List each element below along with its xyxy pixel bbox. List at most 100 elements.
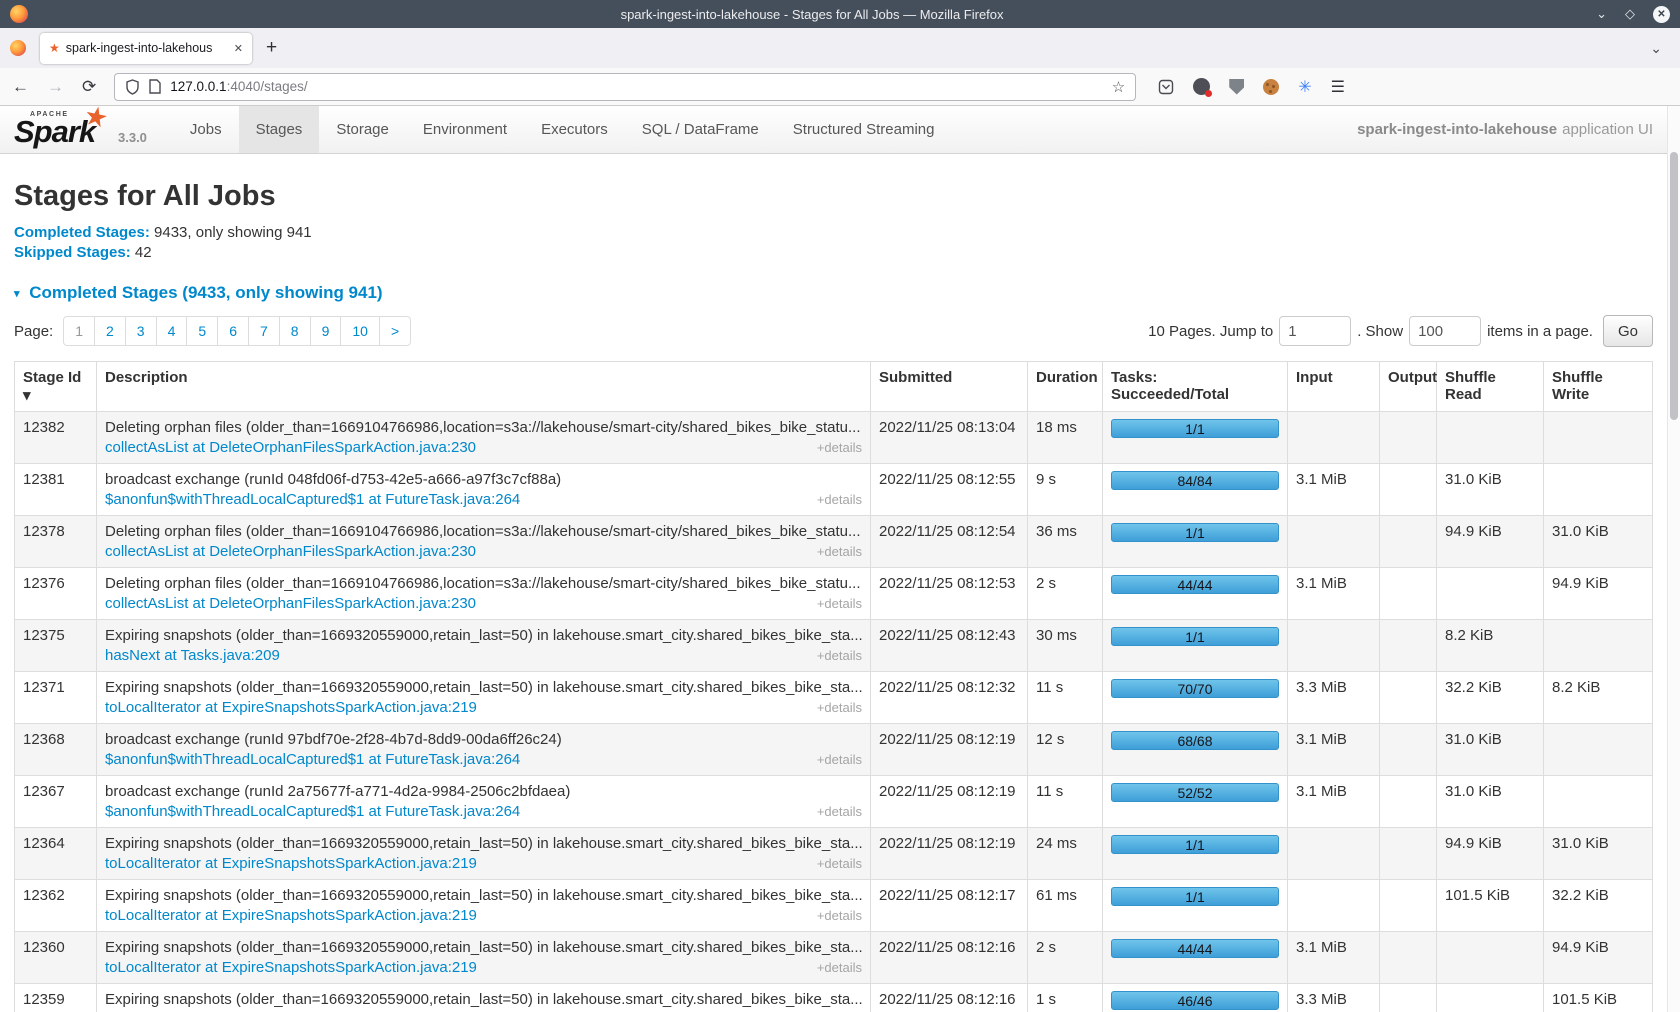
details-toggle[interactable]: +details <box>817 596 862 611</box>
maximize-button[interactable]: ◇ <box>1625 6 1635 22</box>
column-header-input[interactable]: Input <box>1288 362 1380 412</box>
tracking-protection-shield-icon[interactable] <box>125 79 140 95</box>
stage-detail-link[interactable]: toLocalIterator at ExpireSnapshotsSparkA… <box>105 959 477 976</box>
stage-row: 12362Expiring snapshots (older_than=1669… <box>15 880 1653 932</box>
details-toggle[interactable]: +details <box>817 804 862 819</box>
duration-cell: 2 s <box>1028 932 1103 984</box>
nav-tab-jobs[interactable]: Jobs <box>173 106 239 153</box>
details-toggle[interactable]: +details <box>817 856 862 871</box>
column-header-description[interactable]: Description <box>97 362 871 412</box>
go-button[interactable]: Go <box>1603 315 1653 347</box>
nav-tab-executors[interactable]: Executors <box>524 106 625 153</box>
stage-detail-link[interactable]: $anonfun$withThreadLocalCaptured$1 at Fu… <box>105 751 520 768</box>
details-toggle[interactable]: +details <box>817 908 862 923</box>
output-cell <box>1380 516 1437 568</box>
stage-detail-link[interactable]: hasNext at Tasks.java:209 <box>105 647 280 664</box>
pagination-page-10[interactable]: 10 <box>340 316 380 346</box>
pagination-page-7[interactable]: 7 <box>248 316 280 346</box>
pagination-page-5[interactable]: 5 <box>186 316 218 346</box>
details-toggle[interactable]: +details <box>817 544 862 559</box>
vertical-scrollbar[interactable] <box>1667 106 1680 1012</box>
duration-cell: 11 s <box>1028 776 1103 828</box>
pagination-page-4[interactable]: 4 <box>156 316 188 346</box>
pagination-page-1[interactable]: 1 <box>63 316 95 346</box>
pagination-next-button[interactable]: > <box>379 316 411 346</box>
stage-detail-link[interactable]: collectAsList at DeleteOrphanFilesSparkA… <box>105 439 476 456</box>
shuffle-write-cell <box>1544 464 1653 516</box>
stage-detail-link[interactable]: collectAsList at DeleteOrphanFilesSparkA… <box>105 595 476 612</box>
nav-tab-environment[interactable]: Environment <box>406 106 524 153</box>
jump-to-page-input[interactable] <box>1279 316 1351 346</box>
column-header-shuffle-read[interactable]: Shuffle Read <box>1437 362 1544 412</box>
application-id-label: spark-ingest-into-lakehouse application … <box>1357 106 1667 153</box>
details-toggle[interactable]: +details <box>817 960 862 975</box>
menu-hamburger-icon[interactable]: ☰ <box>1331 77 1345 97</box>
nav-tab-stages[interactable]: Stages <box>239 106 320 153</box>
nav-tab-storage[interactable]: Storage <box>319 106 406 153</box>
details-toggle[interactable]: +details <box>817 440 862 455</box>
stage-id-cell: 12382 <box>15 412 97 464</box>
column-header-output[interactable]: Output <box>1380 362 1437 412</box>
page-info-icon[interactable] <box>149 79 161 94</box>
cookie-extension-icon[interactable] <box>1263 79 1279 95</box>
pagination-page-3[interactable]: 3 <box>125 316 157 346</box>
column-header-shuffle-write[interactable]: Shuffle Write <box>1544 362 1653 412</box>
new-tab-button[interactable]: + <box>266 37 277 59</box>
bookmark-star-icon[interactable]: ☆ <box>1112 78 1125 96</box>
column-header-submitted[interactable]: Submitted <box>871 362 1028 412</box>
pocket-icon[interactable] <box>1158 79 1174 95</box>
output-cell <box>1380 412 1437 464</box>
task-progress-bar: 70/70 <box>1111 679 1279 698</box>
pagination-list: 12345678910> <box>63 316 411 346</box>
nav-tab-structured-streaming[interactable]: Structured Streaming <box>776 106 952 153</box>
stage-detail-link[interactable]: toLocalIterator at ExpireSnapshotsSparkA… <box>105 699 477 716</box>
close-window-button[interactable]: ✕ <box>1653 6 1670 23</box>
column-header-duration[interactable]: Duration <box>1028 362 1103 412</box>
asterisk-extension-icon[interactable]: ✳ <box>1298 77 1311 97</box>
shuffle-read-cell: 94.9 KiB <box>1437 828 1544 880</box>
scrollbar-thumb[interactable] <box>1670 152 1678 420</box>
output-cell <box>1380 724 1437 776</box>
ublock-shield-icon[interactable] <box>1229 79 1244 95</box>
pagination-page-9[interactable]: 9 <box>310 316 342 346</box>
privacy-mask-extension-icon[interactable] <box>1193 78 1210 95</box>
submitted-cell: 2022/11/25 08:12:19 <box>871 828 1028 880</box>
url-toolbar: ← → ⟳ 127.0.0.1:4040/stages/ ☆ ✳ ☰ <box>0 68 1680 106</box>
back-button[interactable]: ← <box>12 77 29 97</box>
reload-button[interactable]: ⟳ <box>82 77 96 97</box>
input-cell: 3.1 MiB <box>1288 776 1380 828</box>
items-in-page-text: items in a page. <box>1487 323 1593 340</box>
pagination-page-2[interactable]: 2 <box>94 316 126 346</box>
column-header-tasks-succeeded-total[interactable]: Tasks: Succeeded/Total <box>1103 362 1288 412</box>
forward-button[interactable]: → <box>47 77 64 97</box>
details-toggle[interactable]: +details <box>817 700 862 715</box>
pagination-page-8[interactable]: 8 <box>279 316 311 346</box>
column-header-stage-id[interactable]: Stage Id ▾ <box>15 362 97 412</box>
output-cell <box>1380 776 1437 828</box>
spark-logo[interactable]: APACHE ★ Spark <box>14 106 110 150</box>
stage-description: Expiring snapshots (older_than=166932055… <box>105 627 862 644</box>
stage-detail-link[interactable]: collectAsList at DeleteOrphanFilesSparkA… <box>105 543 476 560</box>
minimize-button[interactable]: ⌄ <box>1596 6 1607 22</box>
stage-detail-link[interactable]: toLocalIterator at ExpireSnapshotsSparkA… <box>105 855 477 872</box>
completed-stages-section-toggle[interactable]: ▾ Completed Stages (9433, only showing 9… <box>14 283 1653 303</box>
stage-id-cell: 12364 <box>15 828 97 880</box>
details-toggle[interactable]: +details <box>817 648 862 663</box>
stage-description-cell: Expiring snapshots (older_than=166932055… <box>97 828 871 880</box>
stage-detail-link[interactable]: $anonfun$withThreadLocalCaptured$1 at Fu… <box>105 491 520 508</box>
browser-tab[interactable]: ★ spark-ingest-into-lakehous ✕ <box>40 33 252 64</box>
url-bar[interactable]: 127.0.0.1:4040/stages/ ☆ <box>114 73 1136 101</box>
stage-detail-link[interactable]: toLocalIterator at ExpireSnapshotsSparkA… <box>105 907 477 924</box>
tab-close-icon[interactable]: ✕ <box>234 42 243 55</box>
details-toggle[interactable]: +details <box>817 752 862 767</box>
skipped-stages-label: Skipped Stages: <box>14 244 131 261</box>
stage-description-cell: broadcast exchange (runId 048fd06f-d753-… <box>97 464 871 516</box>
items-per-page-input[interactable] <box>1409 316 1481 346</box>
stage-detail-link[interactable]: $anonfun$withThreadLocalCaptured$1 at Fu… <box>105 803 520 820</box>
nav-tab-sql-dataframe[interactable]: SQL / DataFrame <box>625 106 776 153</box>
all-tabs-chevron-icon[interactable]: ⌄ <box>1650 40 1662 57</box>
details-toggle[interactable]: +details <box>817 492 862 507</box>
stage-row: 12368broadcast exchange (runId 97bdf70e-… <box>15 724 1653 776</box>
shuffle-read-cell: 31.0 KiB <box>1437 776 1544 828</box>
pagination-page-6[interactable]: 6 <box>217 316 249 346</box>
